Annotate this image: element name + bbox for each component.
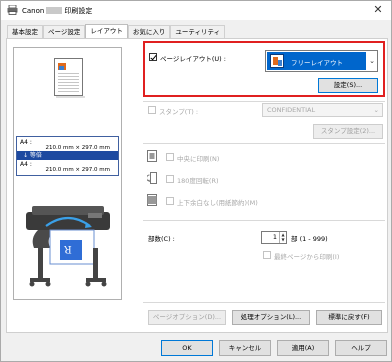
separator-4 [143, 302, 385, 303]
separator-2 [143, 143, 385, 144]
printer-paper-letter: R [64, 243, 72, 254]
rotate-180-icon [147, 172, 157, 184]
preview-text-lines [58, 73, 79, 93]
copies-range: 部 (1 - 999) [291, 235, 328, 243]
restore-defaults-button[interactable]: 標準に戻す(F) [316, 310, 382, 325]
large-format-printer-illustration: R [26, 206, 110, 287]
stamp-settings-button[interactable]: スタンプ設定(2)... [313, 124, 383, 139]
paper-size-info: A4 : 210.0 mm × 297.0 mm ↓ 等倍 A4 : 210.0… [16, 136, 119, 176]
tab-basic-settings[interactable]: 基本設定 [7, 25, 43, 38]
tab-favorites[interactable]: お気に入り [127, 25, 171, 38]
input-size-label: A4 : [20, 139, 32, 146]
stamp-chevron-down-icon: ⌄ [373, 106, 379, 114]
copies-label: 部数(C) : [148, 235, 175, 243]
copies-spinner[interactable]: 1 ▲ ▼ [261, 231, 287, 244]
window-title-prefix: Canon [22, 7, 45, 15]
title-bar: Canon 印刷設定 ✕ [1, 1, 391, 20]
preview-pane: A4 : 210.0 mm × 297.0 mm ↓ 等倍 A4 : 210.0… [13, 47, 122, 300]
scale-band: ↓ 等倍 [17, 151, 118, 160]
tab-strip: 基本設定 ページ設定 レイアウト お気に入り ユーティリティ [7, 24, 226, 38]
processing-options-button[interactable]: 処理オプション(L)... [232, 310, 310, 325]
center-print-icon [147, 150, 157, 162]
output-size-dims: 210.0 mm × 297.0 mm [45, 167, 110, 173]
page-layout-selected-text: フリーレイアウト [291, 59, 343, 67]
free-layout-icon [270, 54, 284, 68]
separator-1 [143, 101, 385, 102]
cancel-button[interactable]: キャンセル [219, 340, 271, 356]
close-icon[interactable]: ✕ [371, 3, 385, 17]
preview-image-accent [59, 66, 64, 70]
rotate-180-checkbox[interactable] [166, 175, 174, 183]
page-preview-thumbnail [54, 58, 83, 96]
apply-button[interactable]: 適用(A) [277, 340, 329, 356]
layout-panel: A4 : 210.0 mm × 297.0 mm ↓ 等倍 A4 : 210.0… [6, 38, 388, 333]
center-print-label: 中央に印刷(N) [177, 155, 220, 163]
page-options-button[interactable]: ページオプション(D)... [148, 310, 226, 325]
stamp-select[interactable]: CONFIDENTIAL ⌄ [262, 103, 383, 117]
page-layout-checkbox[interactable] [149, 53, 157, 61]
tab-layout[interactable]: レイアウト [85, 24, 128, 38]
separator-3 [143, 220, 385, 221]
no-margin-icon [147, 194, 157, 206]
last-page-first-label: 最終ページから印刷(I) [274, 253, 340, 261]
page-preview-shadow [56, 96, 85, 98]
help-button[interactable]: ヘルプ [335, 340, 387, 356]
spinner-arrows-icon[interactable]: ▲ ▼ [279, 232, 286, 243]
page-layout-select[interactable]: フリーレイアウト ⌄ [265, 50, 378, 72]
tab-page-setup[interactable]: ページ設定 [43, 25, 86, 38]
tab-utility[interactable]: ユーティリティ [170, 25, 226, 38]
stamp-label: スタンプ(T) : [159, 108, 199, 116]
page-layout-highlight: ページレイアウト(U) : フリーレイアウト ⌄ 設定(S)... [143, 41, 385, 97]
rotate-180-label: 180度回転(R) [177, 177, 219, 185]
chevron-down-icon: ⌄ [369, 57, 375, 65]
no-margin-checkbox[interactable] [166, 197, 174, 205]
no-margin-label: 上下余白なし(用紙節約)(M) [177, 199, 258, 207]
printer-app-icon [7, 5, 18, 15]
last-page-first-checkbox[interactable] [263, 251, 271, 259]
copies-value: 1 [272, 233, 277, 241]
ok-button[interactable]: OK [161, 340, 213, 356]
page-layout-label: ページレイアウト(U) : [160, 55, 226, 63]
window-title-suffix: 印刷設定 [64, 7, 93, 15]
page-layout-selected-value: フリーレイアウト [267, 52, 366, 70]
stamp-checkbox[interactable] [148, 106, 156, 114]
window-title: Canon 印刷設定 [22, 6, 92, 16]
redacted-model-name [46, 7, 63, 14]
center-print-checkbox[interactable] [166, 153, 174, 161]
stamp-selected-text: CONFIDENTIAL [267, 106, 316, 114]
layout-settings-button[interactable]: 設定(S)... [318, 78, 378, 93]
print-settings-dialog: Canon 印刷設定 ✕ 基本設定 ページ設定 レイアウト お気に入り ユーティリ… [0, 0, 392, 362]
output-size-label: A4 : [20, 161, 32, 168]
